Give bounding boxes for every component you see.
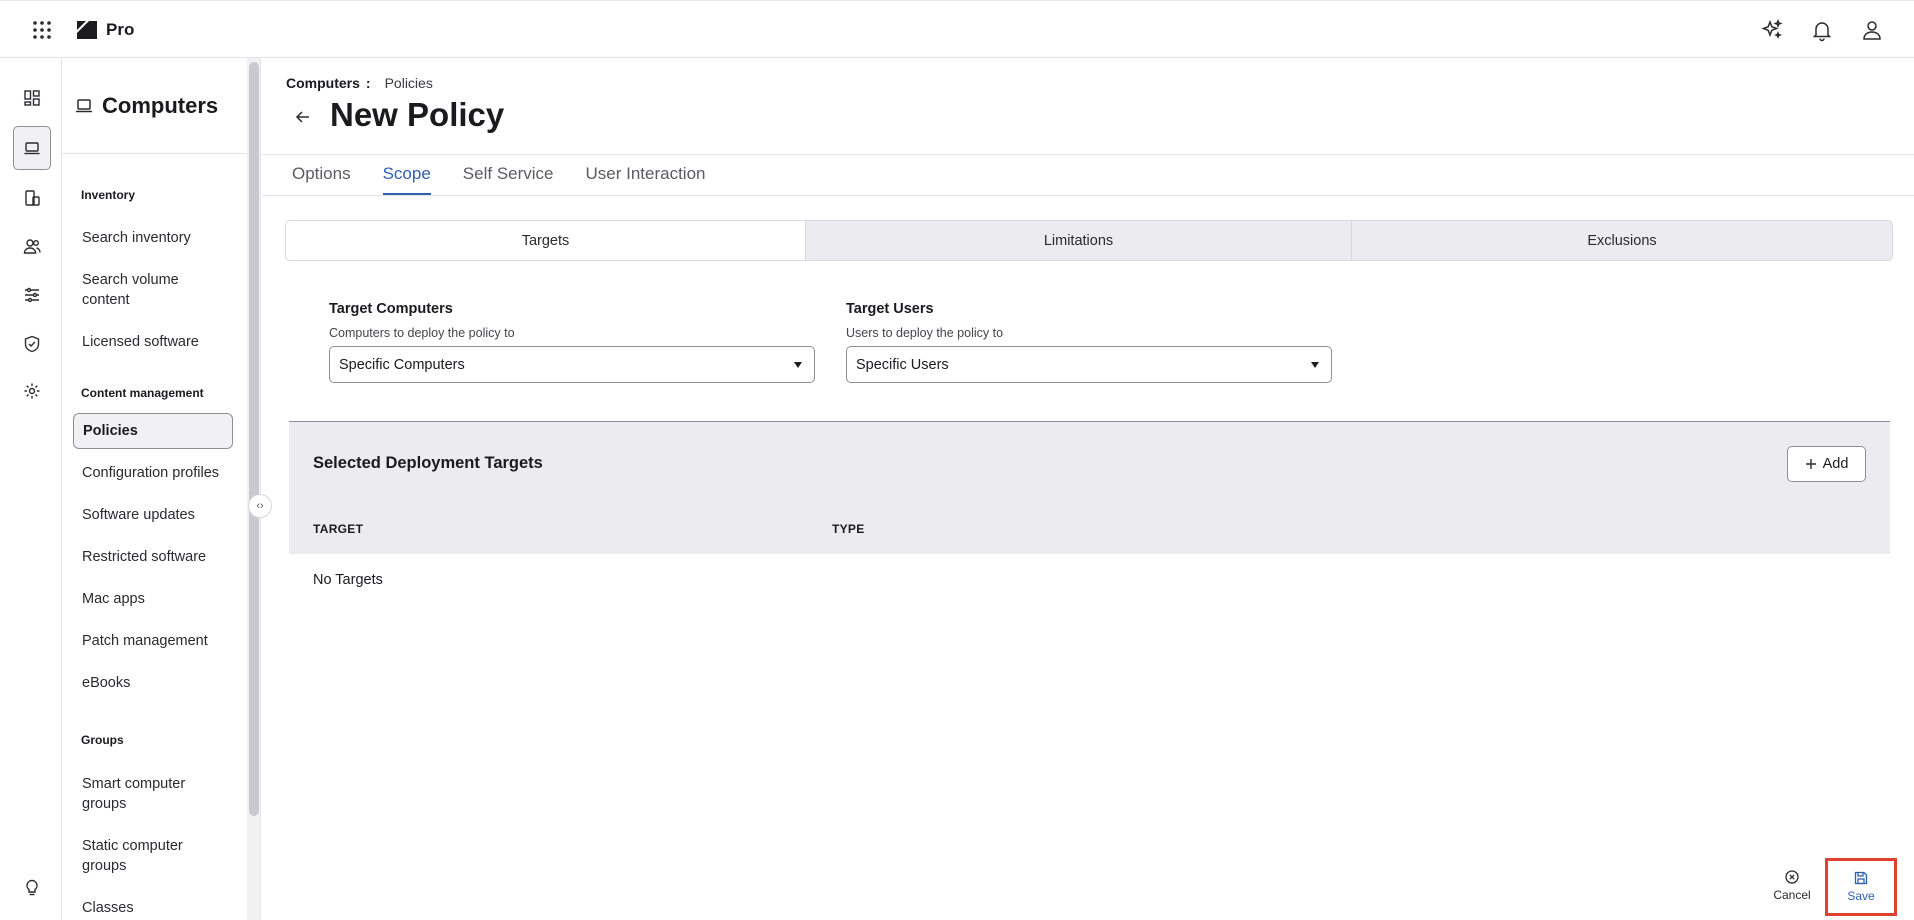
target-users-select[interactable]: Specific Users [846,346,1332,383]
sidebar-item-search-volume-content[interactable]: Search volume content [73,263,233,317]
devices-icon[interactable] [13,176,51,220]
target-computers-label: Target Computers [329,301,453,317]
target-computers-select[interactable]: Specific Computers [329,346,815,383]
sidebar-item-smart-computer-groups[interactable]: Smart computer groups [73,767,233,821]
deployment-targets-title: Selected Deployment Targets [313,454,543,472]
sidebar-item-policies[interactable]: Policies [73,413,233,449]
sidebar-item-patch-management[interactable]: Patch management [73,624,233,658]
target-computers-field: Target Computers Computers to deploy the… [329,301,815,383]
cancel-button[interactable]: Cancel [1762,858,1822,914]
sidebar-item-software-updates[interactable]: Software updates [73,498,233,532]
tab-self-service[interactable]: Self Service [463,164,554,195]
sidebar-section-inventory: Inventory [81,188,136,202]
sidebar-title: Computers [102,92,219,118]
brand[interactable]: Pro [75,19,134,41]
sidebar: Computers Inventory Search inventory Sea… [62,58,247,920]
security-shield-icon[interactable] [13,322,51,366]
segment-targets[interactable]: Targets [286,221,806,260]
page-title: New Policy [330,96,505,133]
dashboard-icon[interactable] [13,76,51,120]
lightbulb-icon[interactable] [13,866,51,910]
settings-gear-icon[interactable] [13,369,51,413]
deployment-targets-panel: Selected Deployment Targets Add TARGET T… [289,421,1890,554]
sidebar-section-content-management: Content management [81,386,204,400]
save-floppy-icon [1854,871,1868,885]
cancel-circle-icon [1785,870,1799,884]
tab-options[interactable]: Options [292,164,351,195]
back-arrow-icon[interactable] [292,106,314,128]
breadcrumb: Computers : Policies [286,75,433,91]
target-users-value: Specific Users [856,356,949,373]
sidebar-scrollbar-thumb[interactable] [249,62,259,816]
save-label: Save [1847,889,1875,903]
add-target-label: Add [1822,456,1849,472]
ai-sparkle-icon[interactable] [1760,18,1784,42]
sidebar-header: Computers [62,58,247,154]
cancel-label: Cancel [1773,888,1811,902]
computers-laptop-icon[interactable] [13,126,51,170]
tab-user-interaction[interactable]: User Interaction [586,164,706,195]
sidebar-item-ebooks[interactable]: eBooks [73,666,233,700]
sidebar-section-groups: Groups [81,733,124,747]
add-target-button[interactable]: Add [1787,446,1866,482]
save-button[interactable]: Save [1825,858,1897,916]
breadcrumb-current[interactable]: Policies [385,75,433,91]
column-header-type: TYPE [832,522,865,536]
caret-down-icon [794,361,802,368]
header-divider [262,154,1914,155]
icon-rail [0,58,62,920]
target-users-field: Target Users Users to deploy the policy … [846,301,1332,383]
sidebar-item-licensed-software[interactable]: Licensed software [73,325,233,359]
segment-limitations[interactable]: Limitations [806,221,1352,260]
target-users-label: Target Users [846,301,934,317]
tabs: Options Scope Self Service User Interact… [292,164,706,195]
top-bar: Pro [0,0,1914,58]
target-computers-hint: Computers to deploy the policy to [329,326,515,340]
sidebar-item-classes[interactable]: Classes [73,891,233,920]
plus-icon [1805,458,1817,470]
users-icon[interactable] [13,224,51,268]
sidebar-item-restricted-software[interactable]: Restricted software [73,540,233,574]
breadcrumb-parent[interactable]: Computers [286,75,360,91]
tabs-divider [262,195,1914,196]
scope-segmented-control: Targets Limitations Exclusions [285,220,1893,261]
main-content: Computers : Policies New Policy Options … [262,58,1914,920]
sidebar-item-search-inventory[interactable]: Search inventory [73,221,233,255]
target-users-hint: Users to deploy the policy to [846,326,1004,340]
sidebar-item-mac-apps[interactable]: Mac apps [73,582,233,616]
app-grid-icon[interactable] [30,18,54,42]
caret-down-icon [1311,361,1319,368]
sidebar-item-static-computer-groups[interactable]: Static computer groups [73,829,233,883]
settings-sliders-icon[interactable] [13,273,51,317]
target-computers-value: Specific Computers [339,356,465,373]
tab-scope[interactable]: Scope [382,164,431,195]
breadcrumb-separator: : [365,75,371,91]
segment-exclusions[interactable]: Exclusions [1352,221,1892,260]
laptop-icon [75,98,93,114]
brand-logo-icon [75,19,99,41]
app-name: Pro [106,20,135,39]
user-account-icon[interactable] [1860,18,1884,42]
sidebar-item-configuration-profiles[interactable]: Configuration profiles [73,456,233,490]
column-header-target: TARGET [313,522,364,536]
empty-targets-message: No Targets [313,572,383,588]
notifications-bell-icon[interactable] [1810,18,1834,42]
